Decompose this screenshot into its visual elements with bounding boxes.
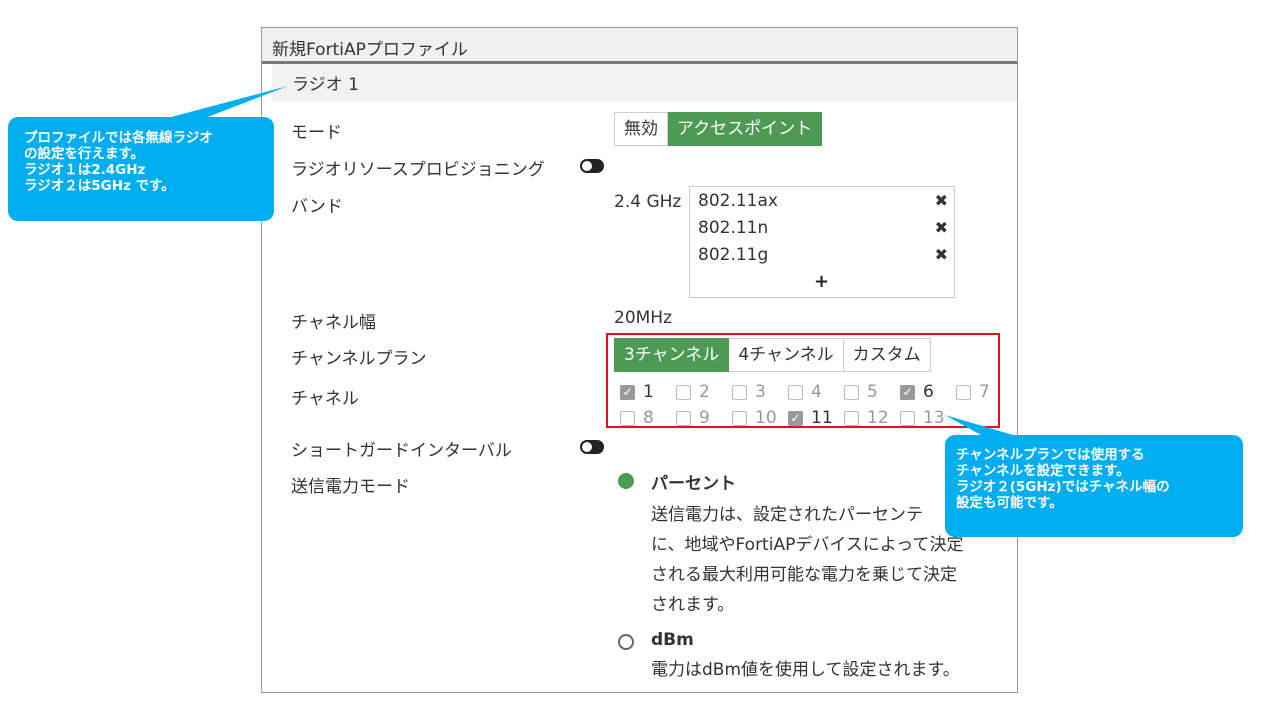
callout-line: チャンネルを設定できます。 bbox=[956, 463, 1130, 479]
callout-left: プロファイルでは各無線ラジオ の設定を行えます。 ラジオ１は2.4GHz ラジオ… bbox=[8, 117, 274, 221]
callout-line: チャンネルプランでは使用する bbox=[956, 447, 1145, 463]
callout-line: ラジオ２(5GHz)ではチャネル幅の bbox=[956, 479, 1170, 495]
callout-line: 設定も可能です。 bbox=[956, 495, 1063, 511]
left-callout-pointer bbox=[160, 86, 288, 120]
callout-line: ラジオ１は2.4GHz bbox=[24, 162, 146, 178]
callout-line: ラジオ２は5GHz です。 bbox=[24, 178, 175, 194]
callout-line: プロファイルでは各無線ラジオ bbox=[24, 130, 213, 146]
callout-right: チャンネルプランでは使用する チャンネルを設定できます。 ラジオ２(5GHz)で… bbox=[945, 435, 1243, 537]
callout-pointers bbox=[160, 86, 1030, 440]
callout-line: の設定を行えます。 bbox=[24, 146, 145, 162]
